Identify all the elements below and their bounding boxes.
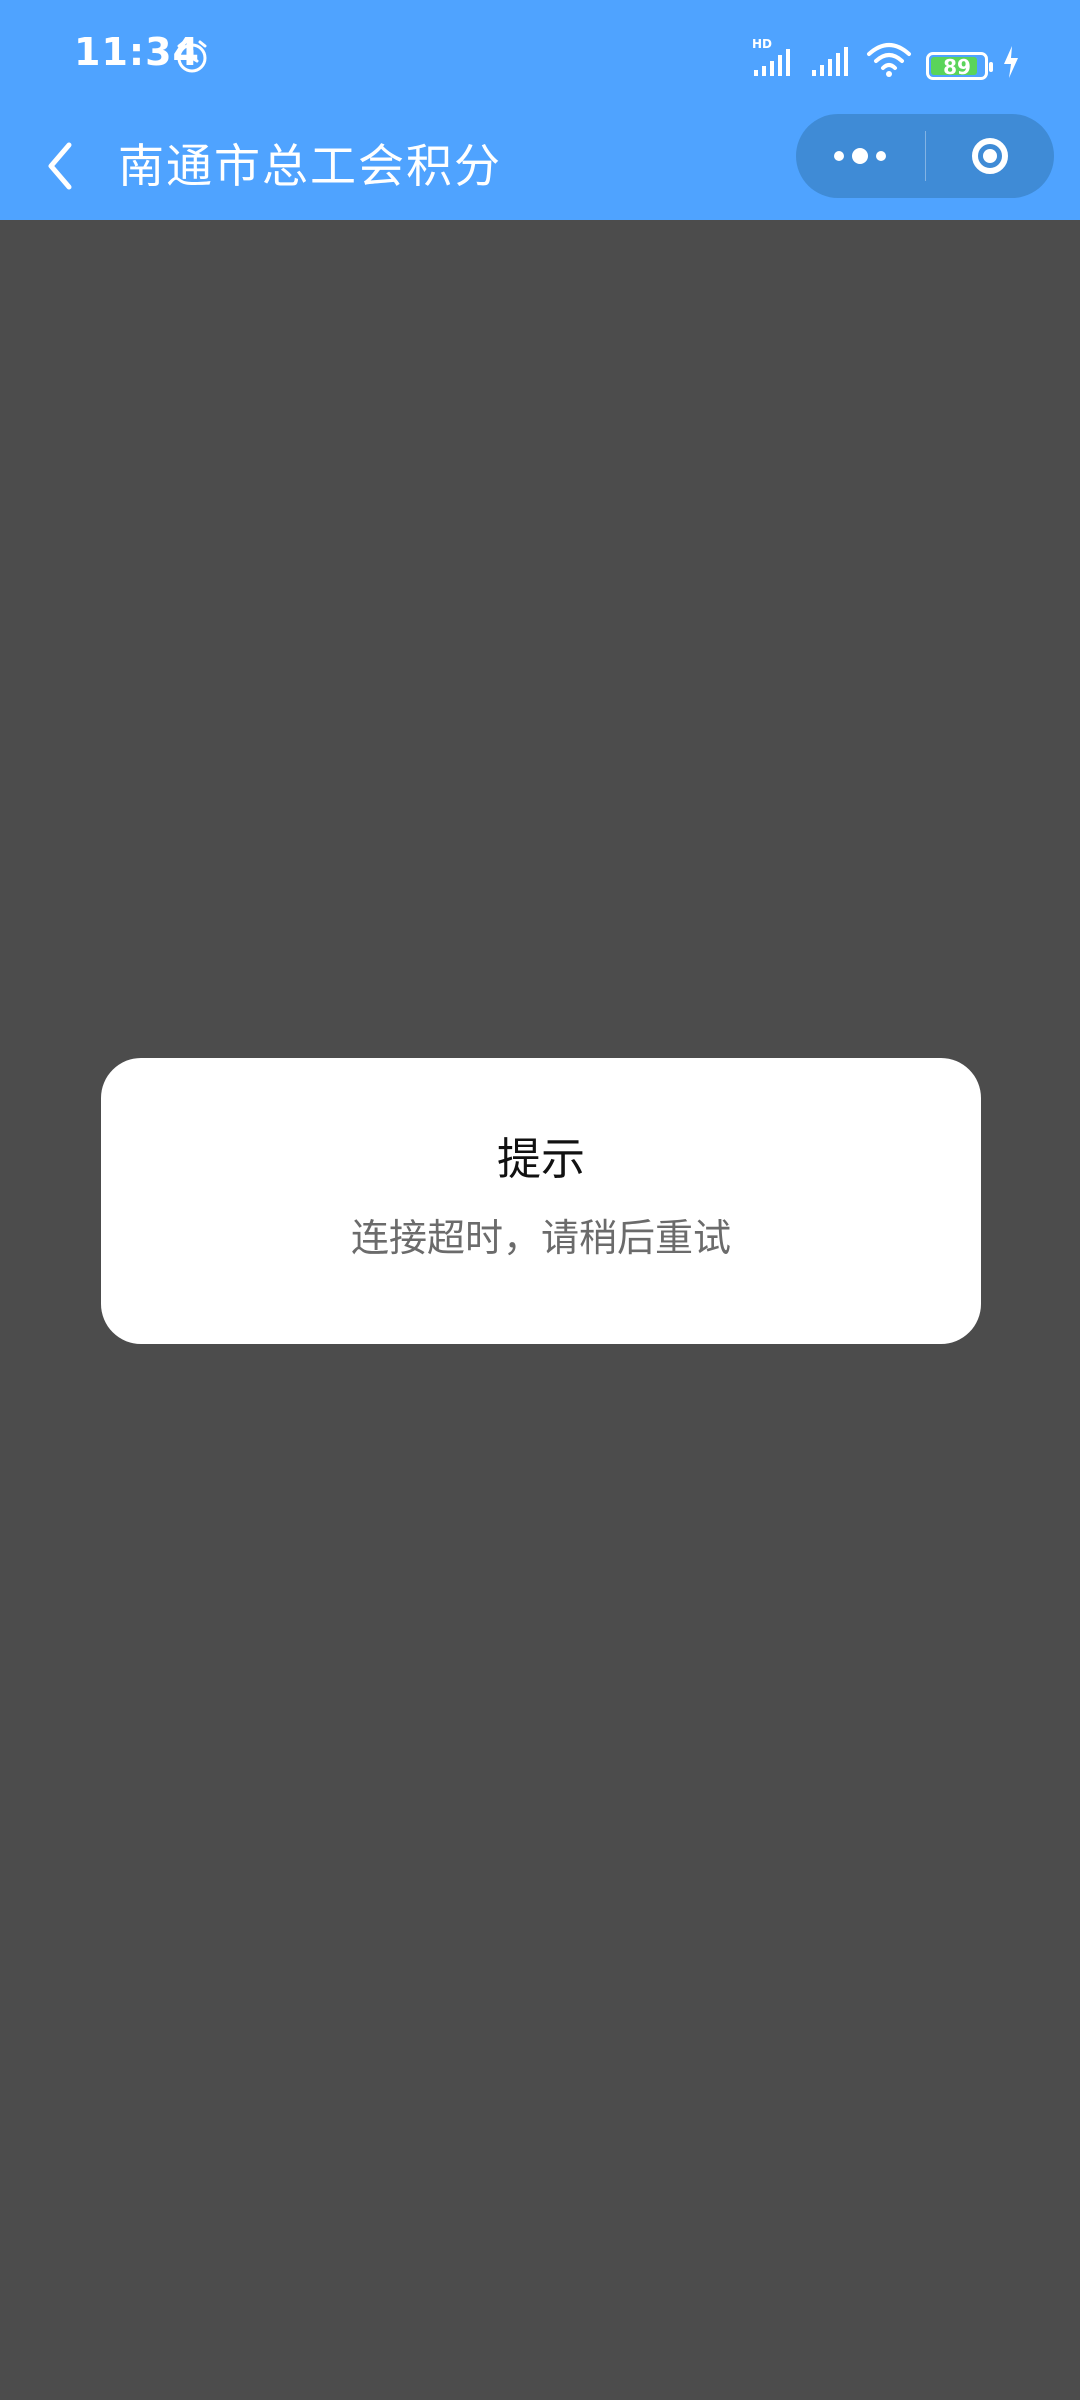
mini-program-capsule <box>796 114 1054 198</box>
more-button[interactable] <box>796 114 925 198</box>
signal-icon <box>812 47 848 76</box>
dialog-message: 连接超时，请稍后重试 <box>350 1216 731 1260</box>
battery-cap <box>989 62 993 72</box>
more-icon <box>834 148 887 164</box>
wifi-icon <box>867 43 911 77</box>
svg-text:HD: HD <box>752 37 772 51</box>
close-target-icon <box>971 138 1008 174</box>
nav-bar: 南通市总工会积分 <box>0 112 1080 220</box>
battery-percent: 89 <box>943 55 971 79</box>
back-button[interactable] <box>30 134 90 198</box>
hd-signal-icon: HD <box>752 37 790 76</box>
dialog-title: 提示 <box>497 1134 585 1185</box>
charging-icon <box>1004 46 1018 78</box>
alarm-icon <box>177 40 207 73</box>
close-button[interactable] <box>926 114 1055 198</box>
alert-dialog: 提示 连接超时，请稍后重试 <box>101 1058 981 1344</box>
battery-icon: 89 <box>926 52 993 80</box>
page-title: 南通市总工会积分 <box>118 139 502 193</box>
status-bar: 11:34 HD 89 <box>0 0 1080 112</box>
chevron-left-icon <box>48 142 72 190</box>
status-icons: HD 89 <box>752 36 1020 80</box>
